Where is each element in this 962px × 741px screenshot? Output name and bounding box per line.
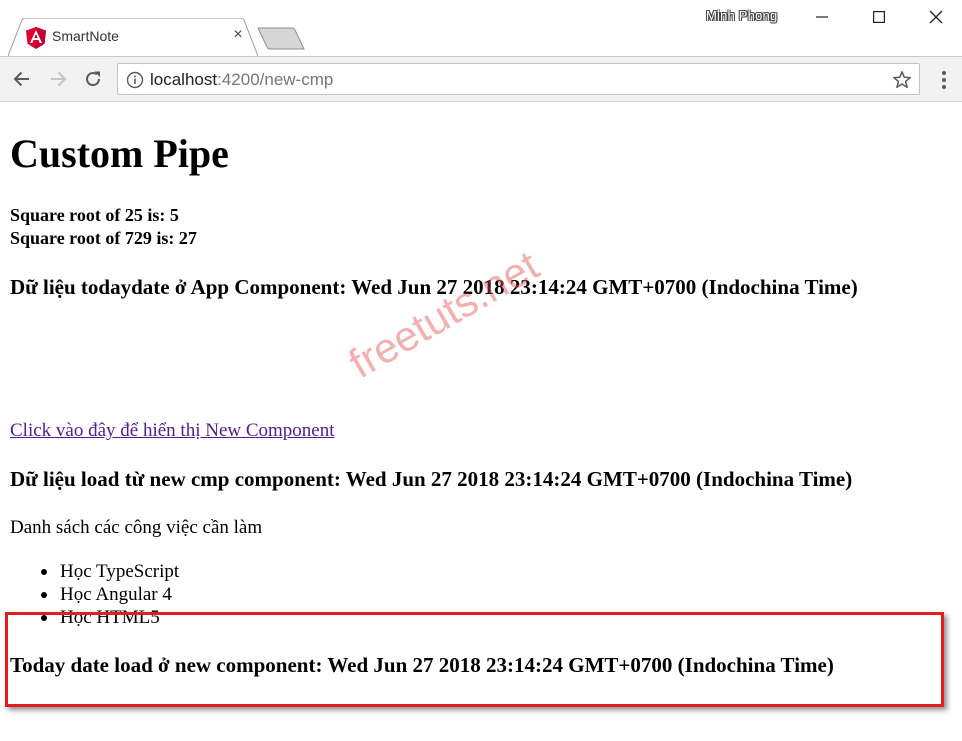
url-path: :4200/new-cmp	[217, 70, 334, 89]
tab-title: SmartNote	[52, 28, 119, 44]
browser-tab-smartnote[interactable]: SmartNote ×	[8, 18, 258, 56]
menu-dot	[942, 77, 946, 82]
menu-dot	[942, 85, 946, 90]
reload-button[interactable]	[80, 66, 106, 92]
page-content: Custom Pipe Square root of 25 is: 5 Squa…	[0, 102, 962, 741]
url-text[interactable]: localhost:4200/new-cmp	[150, 70, 333, 90]
maximize-icon	[873, 11, 885, 23]
profile-name[interactable]: Minh Phong	[706, 8, 777, 23]
star-icon[interactable]	[892, 70, 912, 90]
angular-logo-icon	[26, 27, 46, 49]
watermark: freetuts.net	[341, 241, 547, 388]
close-window-button[interactable]	[908, 0, 962, 34]
sqrt-line-2: Square root of 729 is: 27	[10, 228, 197, 248]
close-icon	[929, 10, 943, 24]
new-tab-icon[interactable]	[256, 27, 308, 51]
arrow-left-icon	[13, 71, 29, 87]
kebab-menu-icon[interactable]	[934, 69, 954, 91]
url-host: localhost	[150, 70, 218, 89]
forward-button[interactable]	[45, 66, 71, 92]
list-item: Học Angular 4	[40, 583, 179, 606]
info-icon[interactable]	[126, 71, 144, 89]
browser-titlebar: SmartNote × Minh Phong	[0, 0, 962, 56]
todo-title: Danh sách các công việc cần làm	[10, 517, 263, 538]
menu-dot	[942, 70, 946, 75]
browser-toolbar: localhost:4200/new-cmp	[0, 56, 962, 102]
sqrt-line-1: Square root of 25 is: 5	[10, 205, 179, 225]
page-title: Custom Pipe	[10, 131, 229, 176]
arrow-right-icon	[51, 71, 67, 87]
app-component-heading: Dữ liệu todaydate ở App Component: Wed J…	[10, 275, 858, 299]
new-component-link[interactable]: Click vào đây để hiển thị New Component	[10, 420, 335, 442]
new-cmp-heading: Dữ liệu load từ new cmp component: Wed J…	[10, 467, 853, 491]
list-item: Học TypeScript	[40, 561, 180, 582]
minimize-button[interactable]	[794, 0, 850, 34]
back-button[interactable]	[9, 66, 35, 92]
maximize-button[interactable]	[851, 0, 907, 34]
close-tab-icon[interactable]: ×	[230, 27, 246, 43]
address-bar[interactable]: localhost:4200/new-cmp	[117, 63, 920, 95]
highlight-box	[5, 612, 944, 707]
minimize-icon	[816, 16, 828, 18]
reload-icon	[86, 71, 101, 87]
